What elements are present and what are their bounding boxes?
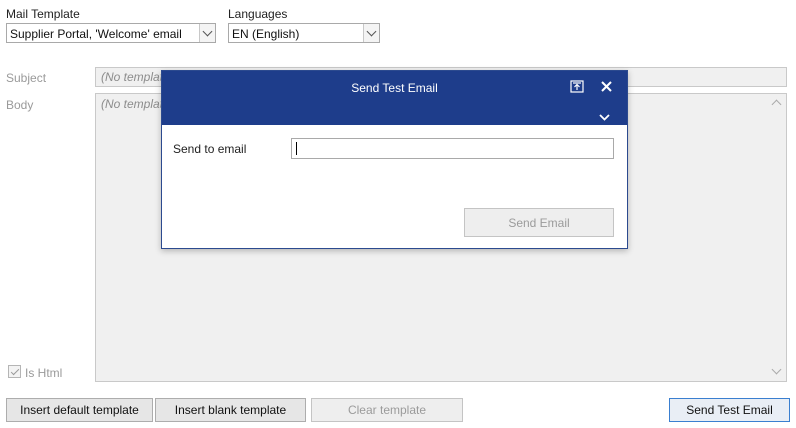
subject-placeholder: (No template <box>101 70 170 84</box>
languages-dropdown-button[interactable] <box>363 24 379 42</box>
insert-default-template-button[interactable]: Insert default template <box>6 398 153 422</box>
body-label: Body <box>6 98 34 112</box>
dialog-header: Send Test Email <box>162 71 627 125</box>
chevron-down-icon[interactable] <box>599 110 610 124</box>
scroll-down-icon[interactable] <box>771 364 782 375</box>
dialog-title: Send Test Email <box>351 81 438 95</box>
mail-template-label: Mail Template <box>6 7 80 21</box>
mail-template-value: Supplier Portal, 'Welcome' email <box>10 27 182 41</box>
clear-template-button[interactable]: Clear template <box>311 398 463 422</box>
dialog-body: Send to email Send Email <box>162 125 627 248</box>
languages-value: EN (English) <box>232 27 300 41</box>
is-html-label: Is Html <box>25 366 63 380</box>
chevron-down-icon <box>202 26 213 36</box>
send-test-email-button[interactable]: Send Test Email <box>669 398 790 422</box>
languages-label: Languages <box>228 7 288 21</box>
languages-select[interactable]: EN (English) <box>228 23 380 43</box>
send-to-email-label: Send to email <box>173 142 247 156</box>
chevron-down-icon <box>366 26 377 36</box>
body-scrollbar[interactable] <box>769 95 785 380</box>
send-test-email-dialog: Send Test Email Send to email Send Email <box>161 70 628 249</box>
checkmark-icon <box>10 366 19 375</box>
scroll-up-icon[interactable] <box>771 99 782 110</box>
body-placeholder: (No template <box>101 97 170 111</box>
subject-label: Subject <box>6 71 47 85</box>
close-icon[interactable] <box>601 81 612 95</box>
insert-blank-template-button[interactable]: Insert blank template <box>155 398 306 422</box>
mail-template-dropdown-button[interactable] <box>199 24 215 42</box>
send-to-email-input[interactable] <box>291 138 614 159</box>
text-caret <box>296 142 297 155</box>
restore-window-icon[interactable] <box>570 80 584 96</box>
mail-template-select[interactable]: Supplier Portal, 'Welcome' email <box>6 23 216 43</box>
is-html-checkbox[interactable] <box>8 365 21 378</box>
send-email-button[interactable]: Send Email <box>464 208 614 237</box>
